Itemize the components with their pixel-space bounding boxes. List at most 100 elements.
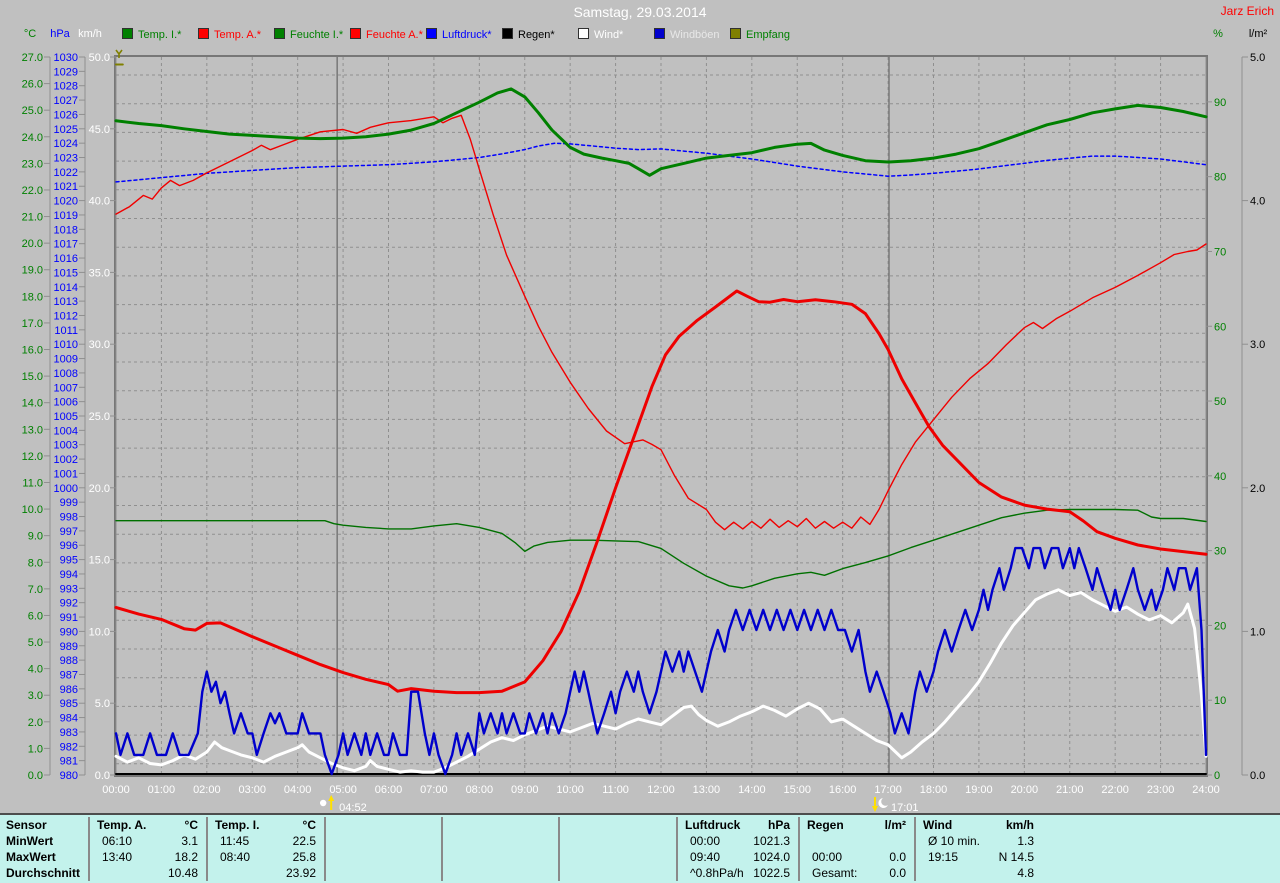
lm2-axis-tick-label: 5.0 [1250, 52, 1265, 64]
lm2-axis-tick-label: 4.0 [1250, 196, 1265, 208]
hPa-axis-tick-label: 997 [60, 526, 78, 538]
tempC-axis-tick-label: 0.0 [28, 770, 43, 782]
x-axis-tick-label: 07:00 [420, 784, 448, 796]
tempC-axis-tick-label: 13.0 [22, 424, 43, 436]
x-axis-tick-label: 21:00 [1056, 784, 1084, 796]
x-axis-tick-label: 00:00 [102, 784, 130, 796]
pct-axis-tick-label: 70 [1214, 246, 1226, 258]
kmh-axis-tick-label: 45.0 [89, 124, 110, 136]
moon-icon [878, 798, 888, 808]
hPa-axis-tick-label: 987 [60, 669, 78, 681]
tempC-axis-tick-label: 26.0 [22, 79, 43, 91]
hPa-axis-tick-label: 988 [60, 655, 78, 667]
hPa-axis-tick-label: 993 [60, 583, 78, 595]
tempC-axis-tick-label: 11.0 [22, 477, 43, 489]
weather-chart: °C 0.0 1.0 2.0 3.0 4.0 5.0 6.0 7.0 8.0 9.0 10.0 11.0… [0, 0, 1280, 820]
x-axis-tick-label: 03:00 [238, 784, 266, 796]
tempC-axis-tick-label: 19.0 [22, 265, 43, 277]
table-column-header: Luftdruck [685, 818, 741, 832]
table-cell-value: 23.92 [285, 866, 316, 880]
table-column-unit: hPa [767, 818, 790, 832]
pct-axis-tick-label: 20 [1214, 620, 1226, 632]
table-divider [441, 817, 443, 881]
hPa-axis-tick-label: 986 [60, 684, 78, 696]
hPa-axis-tick-label: 1016 [54, 253, 78, 265]
kmh-axis-tick-label: 35.0 [89, 267, 110, 279]
table-cell-value: 10.48 [167, 866, 198, 880]
table-row-header: MaxWert [6, 850, 56, 864]
x-axis-tick-label: 20:00 [1011, 784, 1039, 796]
hPa-axis-tick-label: 1029 [54, 66, 78, 78]
hPa-axis-tick-label: 1008 [54, 368, 78, 380]
x-axis-tick-label: 09:00 [511, 784, 539, 796]
lm2-axis-unit-label: l/m² [1249, 28, 1268, 40]
hPa-axis-tick-label: 1006 [54, 397, 78, 409]
hPa-axis-tick-label: 999 [60, 497, 78, 509]
hPa-axis-tick-label: 1014 [54, 282, 78, 294]
hPa-axis-tick-label: 985 [60, 698, 78, 710]
hPa-axis-tick-label: 1005 [54, 411, 78, 423]
kmh-axis-tick-label: 0.0 [95, 770, 110, 782]
tempC-axis-tick-label: 17.0 [22, 318, 43, 330]
hPa-axis-tick-label: 984 [60, 713, 78, 725]
table-cell-value: 0.0 [889, 866, 906, 880]
pct-axis-tick-label: 10 [1214, 695, 1226, 707]
table-cell-value: 1024.0 [753, 850, 790, 864]
hPa-axis-tick-label: 1004 [54, 425, 78, 437]
hPa-axis-tick-label: 1019 [54, 210, 78, 222]
table-cell-value: 1022.5 [753, 866, 790, 880]
tempC-axis-tick-label: 20.0 [22, 238, 43, 250]
tempC-axis-tick-label: 22.0 [22, 185, 43, 197]
lm2-axis-tick-label: 0.0 [1250, 770, 1265, 782]
kmh-axis-tick-label: 15.0 [89, 555, 110, 567]
x-axis-tick-label: 12:00 [647, 784, 675, 796]
lm2-axis-tick-label: 1.0 [1250, 626, 1265, 638]
x-axis-tick-label: 24:00 [1192, 784, 1220, 796]
x-axis-tick-label: 17:00 [874, 784, 902, 796]
table-column-header: Temp. I. [215, 818, 260, 832]
tempC-axis-tick-label: 18.0 [22, 291, 43, 303]
tempC-axis-tick-label: 8.0 [28, 557, 43, 569]
table-cell-value: 3.1 [181, 834, 198, 848]
hPa-axis-tick-label: 991 [60, 612, 78, 624]
tempC-axis-tick-label: 1.0 [28, 743, 43, 755]
hPa-axis-tick-label: 998 [60, 512, 78, 524]
table-column-unit: km/h [1005, 818, 1034, 832]
hPa-axis-tick-label: 1027 [54, 95, 78, 107]
kmh-axis-tick-label: 5.0 [95, 698, 110, 710]
hPa-axis-tick-label: 1012 [54, 310, 78, 322]
x-axis-tick-label: 01:00 [148, 784, 176, 796]
x-axis-tick-label: 02:00 [193, 784, 221, 796]
hPa-axis-tick-label: 1021 [54, 181, 78, 193]
tempC-axis-tick-label: 23.0 [22, 158, 43, 170]
table-cell-value: 0.0 [889, 850, 906, 864]
table-cell-value: 1.3 [1017, 834, 1034, 848]
weather-chart-svg: °C 0.0 1.0 2.0 3.0 4.0 5.0 6.0 7.0 8.0 9.0 10.0 11.0… [22, 28, 1268, 814]
hPa-axis-tick-label: 992 [60, 598, 78, 610]
table-cell-value: 4.8 [1017, 866, 1034, 880]
pct-axis-tick-label: 40 [1214, 471, 1226, 483]
kmh-axis-unit-label: km/h [78, 28, 102, 40]
tempC-axis-tick-label: 5.0 [28, 637, 43, 649]
kmh-axis-tick-label: 25.0 [89, 411, 110, 423]
table-row-header: Sensor [6, 818, 47, 832]
lm2-axis-tick-label: 3.0 [1250, 339, 1265, 351]
x-axis-tick-label: 18:00 [920, 784, 948, 796]
tempC-axis-tick-label: 15.0 [22, 371, 43, 383]
x-axis-tick-label: 22:00 [1101, 784, 1129, 796]
tempC-axis-tick-label: 10.0 [22, 504, 43, 516]
table-divider [88, 817, 90, 881]
tempC-axis-unit-label: °C [24, 28, 36, 40]
arrow-down-icon [871, 806, 878, 812]
hPa-axis-unit-label: hPa [50, 28, 70, 40]
x-axis-tick-label: 08:00 [466, 784, 494, 796]
hPa-axis-tick-label: 1015 [54, 267, 78, 279]
table-divider [324, 817, 326, 881]
tempC-axis-tick-label: 12.0 [22, 451, 43, 463]
hPa-axis-tick-label: 1028 [54, 81, 78, 93]
x-axis-tick-label: 14:00 [738, 784, 766, 796]
table-cell-value: 18.2 [174, 850, 198, 864]
table-column-header: Regen [807, 818, 844, 832]
pct-axis-tick-label: 90 [1214, 97, 1226, 109]
table-divider [206, 817, 208, 881]
